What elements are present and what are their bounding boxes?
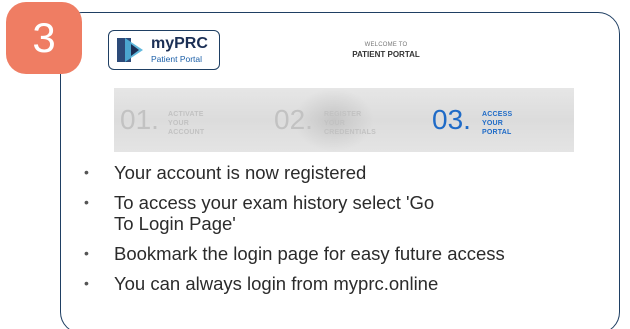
- steps-progress-bar: 01. ACTIVATE YOUR ACCOUNT 02. REGISTER Y…: [114, 88, 574, 152]
- bullet-dot-icon: •: [84, 245, 89, 261]
- list-item: • To access your exam history select 'Go …: [84, 192, 454, 234]
- bullet-dot-icon: •: [84, 194, 89, 210]
- step-label-line2: YOUR ACCOUNT: [168, 120, 205, 136]
- step-label-line2: YOUR CREDENTIALS: [324, 120, 376, 136]
- step-label: REGISTER YOUR CREDENTIALS: [324, 110, 376, 137]
- step-number: 03.: [432, 104, 471, 135]
- welcome-text: WELCOME TO: [364, 42, 408, 48]
- bullet-dot-icon: •: [84, 164, 89, 180]
- myprc-logo: myPRC Patient Portal: [108, 30, 220, 70]
- list-item-text: Your account is now registered: [114, 162, 367, 183]
- list-item: • You can always login from myprc.online: [84, 273, 614, 294]
- bullet-dot-icon: •: [84, 275, 89, 291]
- step-label-line1: REGISTER: [324, 111, 362, 118]
- step-label-line1: ACCESS: [482, 111, 513, 118]
- portal-header: myPRC Patient Portal WELCOME TO PATIENT …: [106, 28, 572, 80]
- step-label-line1: ACTIVATE: [168, 111, 204, 118]
- step-number: 01.: [120, 104, 159, 135]
- logo-subtitle: Patient Portal: [151, 54, 203, 64]
- list-item: • Bookmark the login page for easy future…: [84, 243, 614, 264]
- portal-title: PATIENT PORTAL: [352, 50, 420, 59]
- logo-title: myPRC: [151, 35, 208, 52]
- step-number: 02.: [274, 104, 313, 135]
- list-item: • Your account is now registered: [84, 162, 614, 183]
- step-label: ACCESS YOUR PORTAL: [482, 110, 512, 137]
- step-number-badge: 3: [6, 2, 82, 74]
- step-label: ACTIVATE YOUR ACCOUNT: [168, 110, 204, 137]
- list-item-text: To access your exam history select 'Go T…: [114, 192, 435, 234]
- list-item-text: Bookmark the login page for easy future …: [114, 243, 505, 264]
- myprc-logo-mark-icon: [117, 38, 143, 62]
- step-label-line2: YOUR PORTAL: [482, 120, 512, 136]
- instruction-list: • Your account is now registered • To acce…: [84, 162, 614, 303]
- list-item-text: You can always login from myprc.online: [114, 273, 439, 294]
